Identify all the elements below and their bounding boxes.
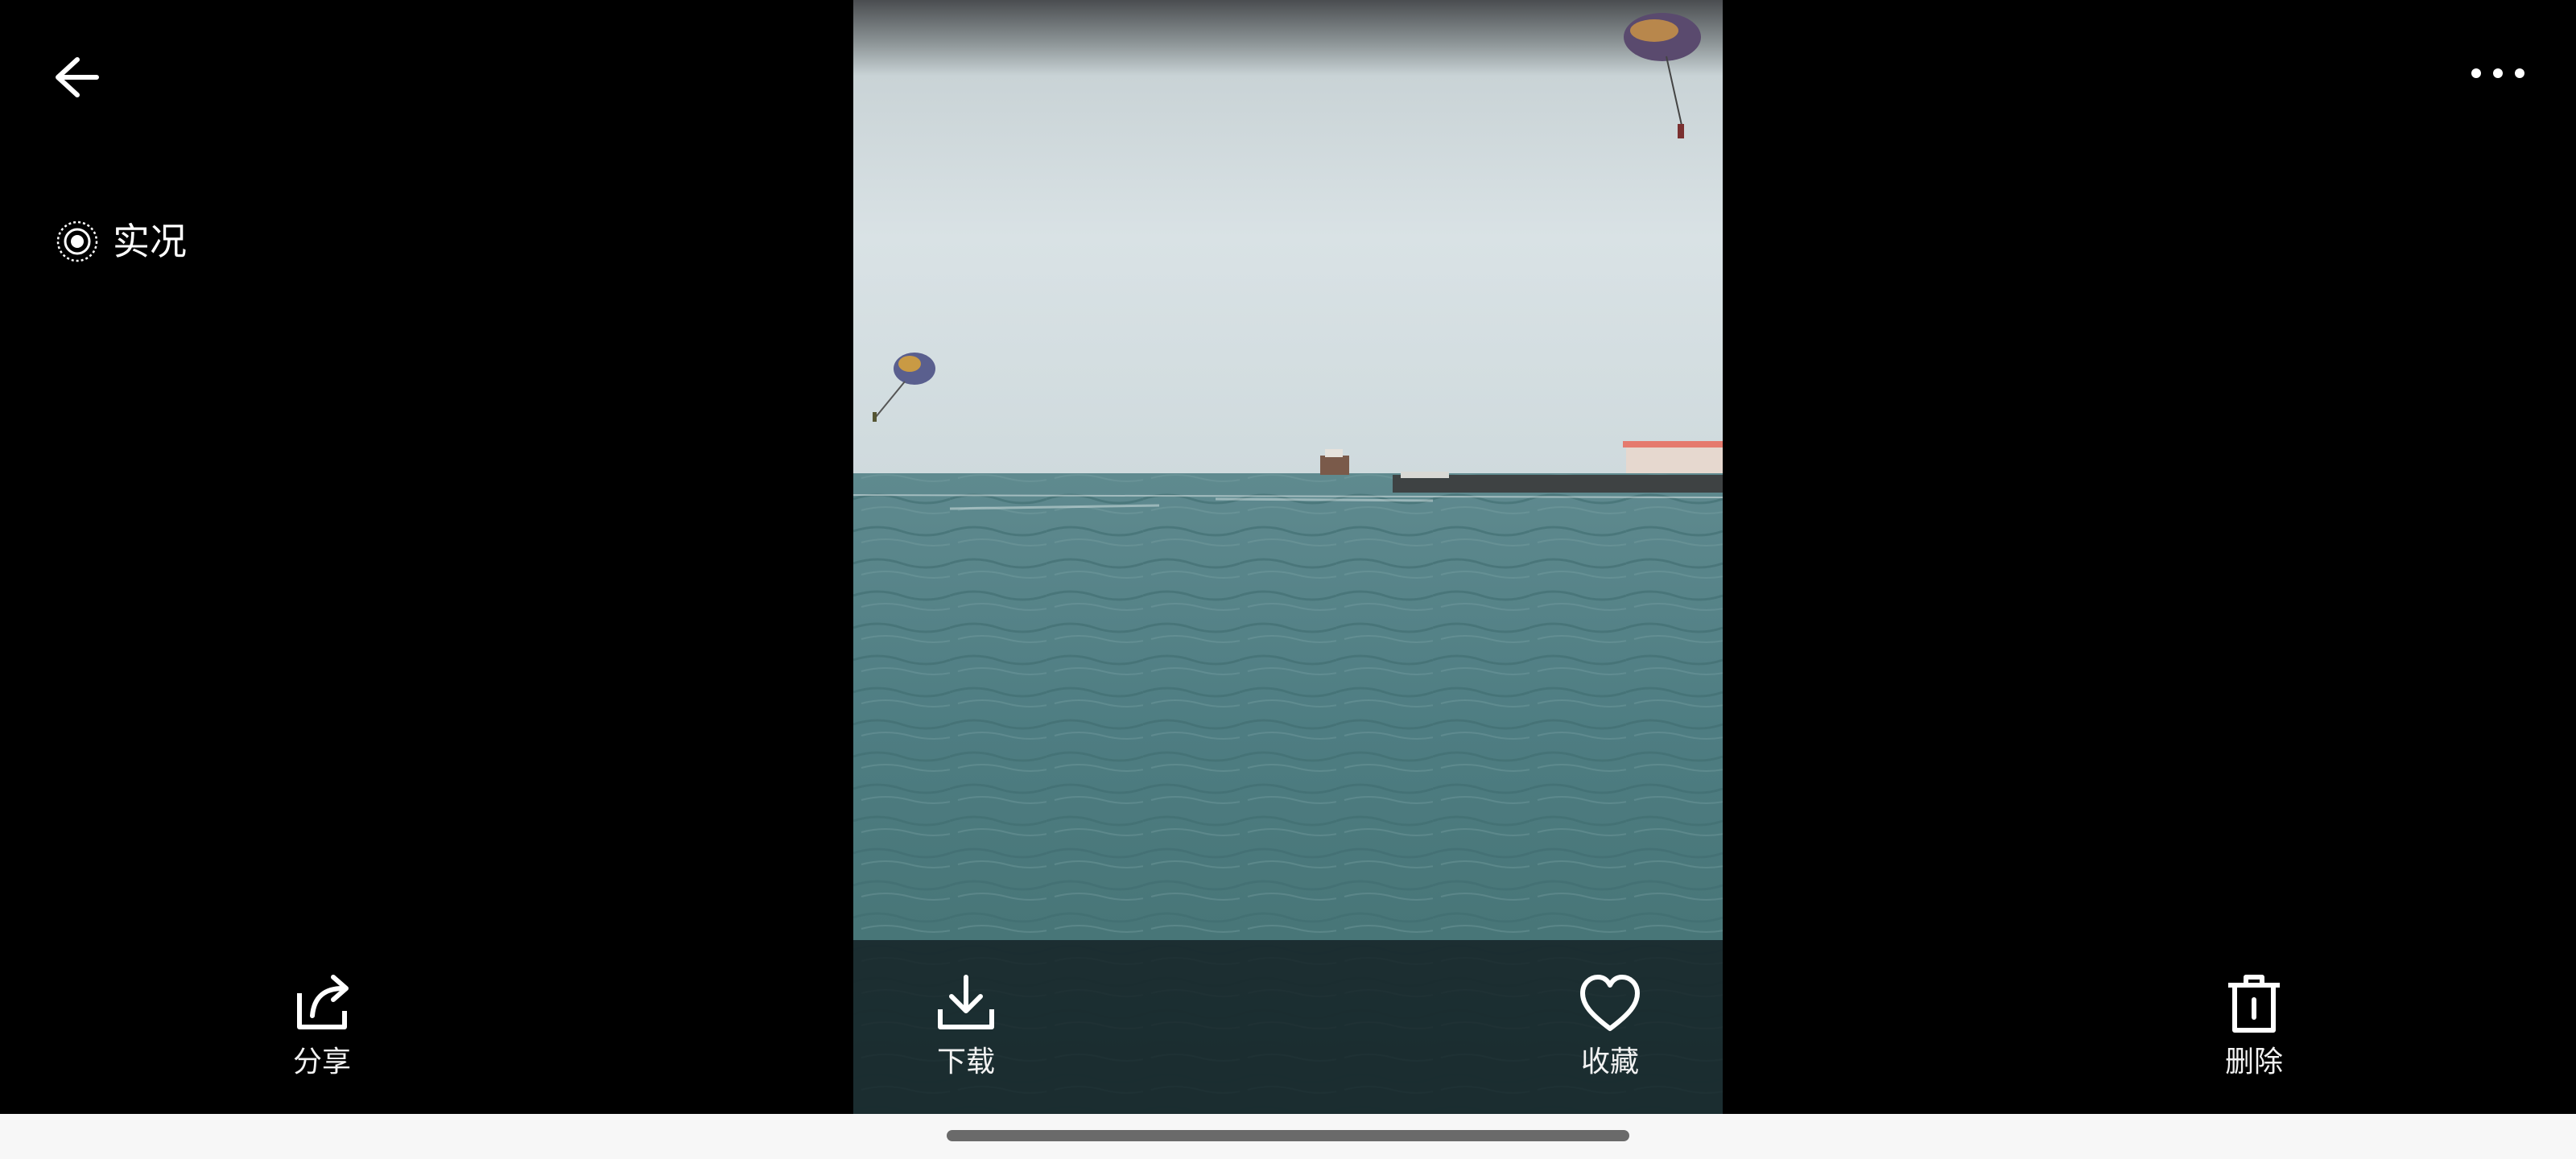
download-label: 下载 bbox=[936, 1046, 995, 1079]
home-indicator[interactable] bbox=[947, 1130, 1629, 1141]
system-navigation-bar bbox=[0, 1114, 2576, 1159]
more-horizontal-icon bbox=[2471, 68, 2524, 78]
download-button[interactable]: 下载 bbox=[886, 969, 1046, 1090]
live-photo-toggle[interactable]: 实况 bbox=[55, 216, 187, 267]
live-photo-label: 实况 bbox=[113, 220, 187, 263]
delete-button[interactable]: 删除 bbox=[2174, 969, 2334, 1090]
favorite-label: 收藏 bbox=[1580, 1046, 1639, 1079]
arrow-left-icon bbox=[56, 57, 99, 97]
live-photo-icon bbox=[56, 221, 98, 262]
share-icon bbox=[297, 975, 349, 1029]
download-icon bbox=[938, 975, 994, 1029]
heart-icon bbox=[1580, 975, 1640, 1031]
share-label: 分享 bbox=[292, 1046, 351, 1079]
trash-icon bbox=[2228, 975, 2280, 1033]
favorite-button[interactable]: 收藏 bbox=[1530, 969, 1690, 1090]
bottom-toolbar: 分享 下载 收藏 删除 bbox=[0, 940, 2576, 1114]
delete-label: 删除 bbox=[2224, 1046, 2283, 1079]
more-options-button[interactable] bbox=[2462, 45, 2534, 101]
back-button[interactable] bbox=[47, 45, 111, 109]
share-button[interactable]: 分享 bbox=[242, 969, 402, 1090]
